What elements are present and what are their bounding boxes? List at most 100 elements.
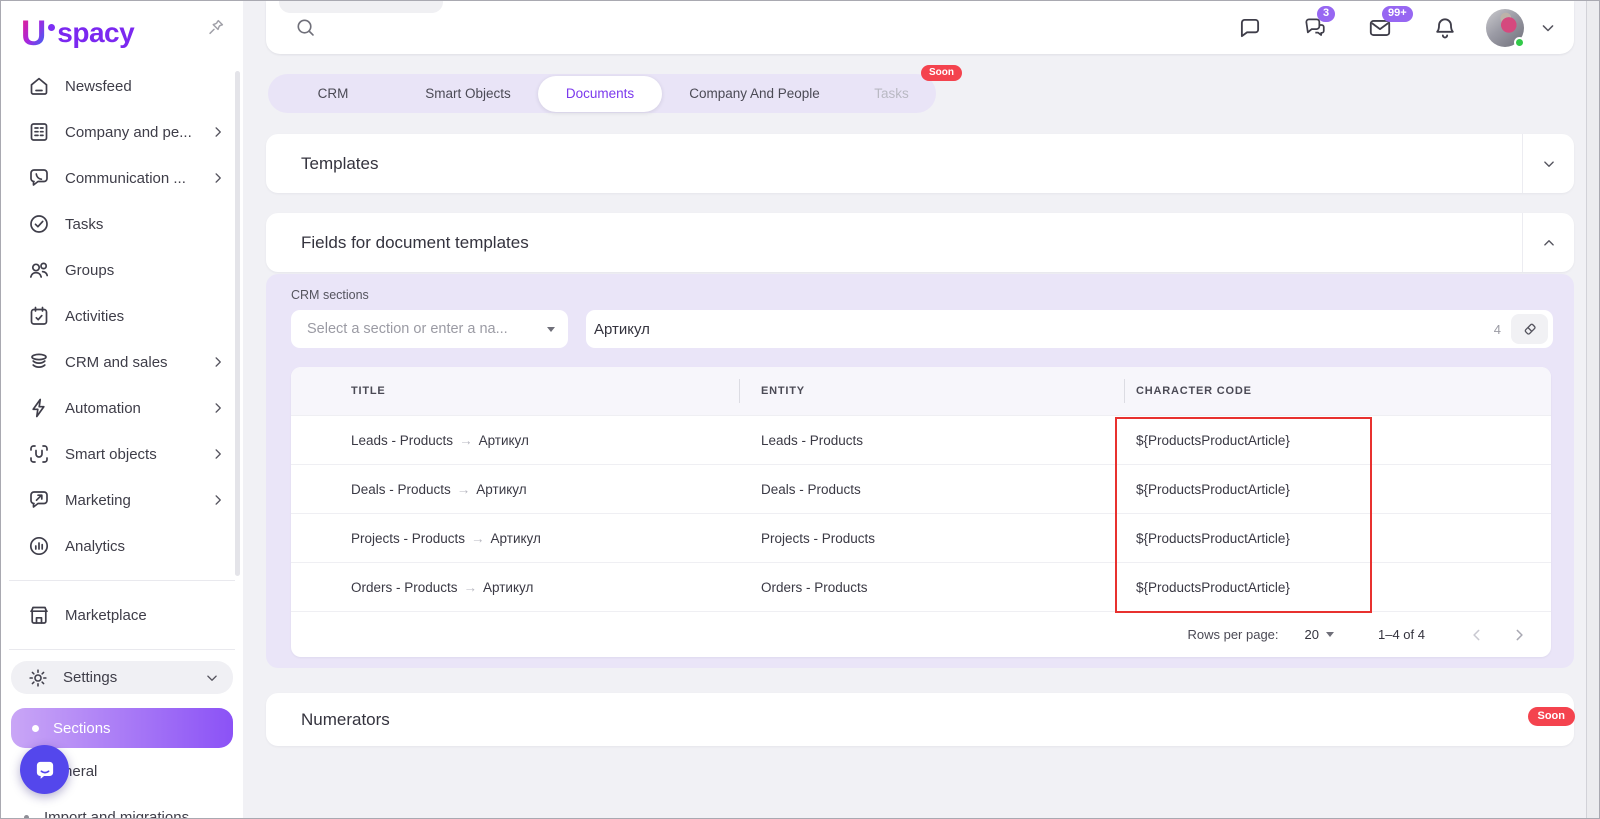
- templates-expand-button[interactable]: [1522, 134, 1574, 193]
- next-page-button[interactable]: [1509, 625, 1529, 645]
- chevron-right-icon: [209, 123, 227, 141]
- title-entity-part: Deals - Products: [351, 482, 451, 497]
- tab-tasks[interactable]: Tasks: [847, 74, 936, 113]
- tab-documents[interactable]: Documents: [538, 76, 662, 112]
- cell-title: Deals - Products→Артикул: [291, 482, 739, 497]
- tab-company-and-people[interactable]: Company And People: [662, 74, 847, 113]
- pagination-range: 1–4 of 4: [1378, 627, 1425, 642]
- sidebar-item-settings[interactable]: Settings: [11, 661, 233, 694]
- sidebar-item-communication[interactable]: Communication ...: [1, 155, 243, 201]
- online-status-dot: [1514, 37, 1525, 48]
- sidebar-subitem-label: Import and migrations: [44, 809, 189, 819]
- chevron-down-icon: [1540, 155, 1558, 173]
- crm-section-select[interactable]: Select a section or enter a na...: [291, 310, 568, 348]
- cell-entity: Deals - Products: [739, 482, 1124, 497]
- sidebar-item-automation[interactable]: Automation: [1, 385, 243, 431]
- sidebar-subitem-sections[interactable]: Sections: [11, 708, 233, 748]
- building-icon: [27, 120, 51, 144]
- mail-icon[interactable]: 99+: [1367, 15, 1393, 41]
- tab-smart-objects[interactable]: Smart Objects: [398, 74, 538, 113]
- rows-per-page-select[interactable]: 20: [1305, 627, 1334, 642]
- title-entity-part: Leads - Products: [351, 433, 453, 448]
- cell-entity: Projects - Products: [739, 531, 1124, 546]
- feedback-chat-icon[interactable]: [1237, 15, 1263, 41]
- field-search-input[interactable]: [594, 321, 1484, 338]
- sidebar-item-activities[interactable]: Activities: [1, 293, 243, 339]
- settings-tabs: CRMSmart ObjectsDocumentsCompany And Peo…: [268, 74, 936, 113]
- page-scrollbar[interactable]: [1586, 1, 1599, 818]
- analytics-icon: [27, 534, 51, 558]
- cell-entity: Leads - Products: [739, 433, 1124, 448]
- search-icon[interactable]: [294, 16, 317, 39]
- sidebar-item-newsfeed[interactable]: Newsfeed: [1, 63, 243, 109]
- tasks-soon-badge: Soon: [921, 65, 962, 81]
- sidebar-item-crm-and-sales[interactable]: CRM and sales: [1, 339, 243, 385]
- fields-table: TITLEENTITYCHARACTER CODE Leads - Produc…: [291, 367, 1551, 657]
- comm-icon: [27, 166, 51, 190]
- sidebar-nav: Newsfeed Company and pe... Communication…: [1, 63, 243, 819]
- sidebar-subitem-import-and-migrations[interactable]: Import and migrations: [1, 794, 243, 819]
- mail-badge: 99+: [1382, 6, 1413, 22]
- sidebar-item-marketing[interactable]: Marketing: [1, 477, 243, 523]
- pin-sidebar-icon[interactable]: [205, 17, 227, 39]
- home-icon: [27, 74, 51, 98]
- sidebar-item-marketplace[interactable]: Marketplace: [1, 592, 243, 638]
- sidebar-item-label: Tasks: [65, 216, 227, 233]
- chevron-right-icon: [209, 445, 227, 463]
- select-placeholder: Select a section or enter a na...: [307, 321, 547, 337]
- sidebar-scrollbar[interactable]: [235, 71, 240, 576]
- notifications-bell-icon[interactable]: [1432, 15, 1458, 41]
- chevron-right-icon: [209, 353, 227, 371]
- cell-character-code: ${ProductsProductArticle}: [1124, 482, 1551, 497]
- table-pagination: Rows per page: 20 1–4 of 4: [291, 611, 1551, 657]
- logo[interactable]: U spacy: [21, 13, 134, 53]
- chevron-right-icon: [209, 399, 227, 417]
- sidebar-item-tasks[interactable]: Tasks: [1, 201, 243, 247]
- templates-section: Templates: [266, 134, 1574, 193]
- avatar[interactable]: [1486, 9, 1524, 47]
- crm-icon: [27, 350, 51, 374]
- clear-search-button[interactable]: [1511, 314, 1548, 344]
- logo-dot: [48, 24, 55, 31]
- cell-character-code: ${ProductsProductArticle}: [1124, 531, 1551, 546]
- chevron-down-icon: [203, 669, 221, 687]
- field-search: 4: [586, 310, 1553, 348]
- user-menu-chevron-down-icon[interactable]: [1538, 18, 1558, 38]
- title-field-part: Артикул: [483, 580, 533, 595]
- sidebar-item-groups[interactable]: Groups: [1, 247, 243, 293]
- chevron-right-icon: [209, 491, 227, 509]
- messenger-badge: 3: [1317, 6, 1335, 22]
- numerators-section: Numerators Soon: [266, 693, 1574, 746]
- table-row[interactable]: Deals - Products→Артикул Deals - Product…: [291, 464, 1551, 513]
- smart-icon: [27, 442, 51, 466]
- sidebar-item-label: Marketplace: [65, 607, 227, 624]
- chat-widget-button[interactable]: [20, 745, 69, 794]
- chevron-left-icon: [1467, 625, 1487, 645]
- sidebar-item-company-and-pe[interactable]: Company and pe...: [1, 109, 243, 155]
- sidebar: U spacy Newsfeed Company and pe... Commu…: [1, 1, 243, 819]
- previous-page-button[interactable]: [1467, 625, 1487, 645]
- title-field-part: Артикул: [476, 482, 526, 497]
- table-row[interactable]: Projects - Products→Артикул Projects - P…: [291, 513, 1551, 562]
- sidebar-item-label: Smart objects: [65, 446, 209, 463]
- sidebar-item-smart-objects[interactable]: Smart objects: [1, 431, 243, 477]
- logo-wordmark: spacy: [57, 17, 134, 49]
- fields-section-body: CRM sections Select a section or enter a…: [266, 274, 1574, 668]
- chevron-right-icon: [1509, 625, 1529, 645]
- calendar-icon: [27, 304, 51, 328]
- fields-section-header: Fields for document templates: [266, 213, 1574, 272]
- sidebar-item-label: Communication ...: [65, 170, 209, 187]
- sidebar-item-analytics[interactable]: Analytics: [1, 523, 243, 569]
- table-row[interactable]: Leads - Products→Артикул Leads - Product…: [291, 415, 1551, 464]
- rows-per-page-value: 20: [1305, 627, 1319, 642]
- store-icon: [27, 603, 51, 627]
- sidebar-item-label: Newsfeed: [65, 78, 227, 95]
- table-row[interactable]: Orders - Products→Артикул Orders - Produ…: [291, 562, 1551, 611]
- arrow-icon: →: [471, 531, 485, 546]
- tab-crm[interactable]: CRM: [268, 74, 398, 113]
- sidebar-subitem-label: Sections: [53, 720, 111, 737]
- bolt-icon: [27, 396, 51, 420]
- task-icon: [27, 212, 51, 236]
- fields-collapse-button[interactable]: [1522, 213, 1574, 272]
- messenger-icon[interactable]: 3: [1302, 15, 1328, 41]
